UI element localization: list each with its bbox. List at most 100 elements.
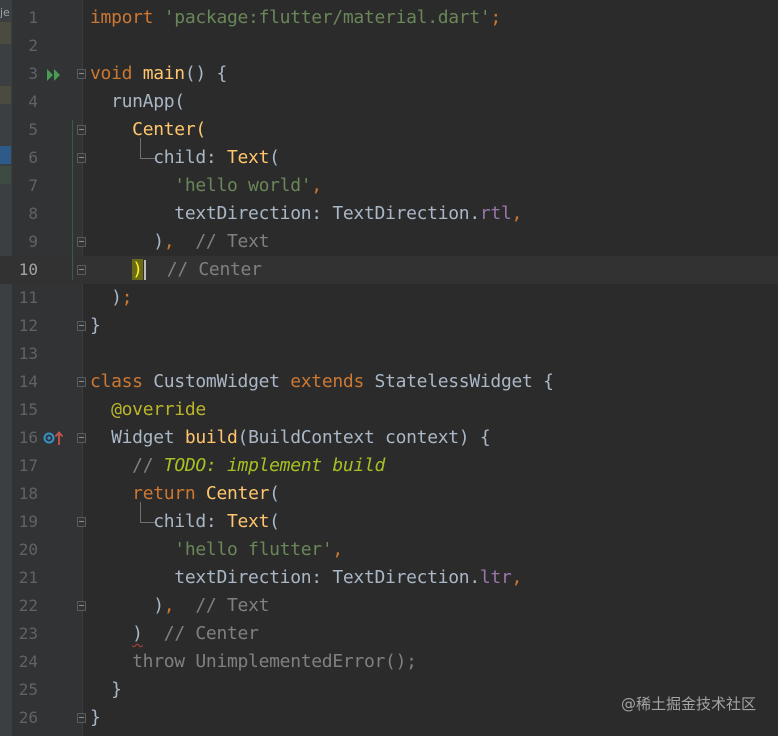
- code-line[interactable]: 22 ), // Text: [0, 592, 778, 620]
- line-number[interactable]: 6: [12, 144, 38, 172]
- fold-marker-icon[interactable]: [77, 125, 86, 135]
- line-number[interactable]: 12: [12, 312, 38, 340]
- code-text[interactable]: ) // Center: [90, 620, 259, 648]
- line-number[interactable]: 21: [12, 564, 38, 592]
- line-number[interactable]: 2: [12, 32, 38, 60]
- line-number[interactable]: 10: [12, 256, 38, 284]
- line-number[interactable]: 8: [12, 200, 38, 228]
- code-line[interactable]: 14 class CustomWidget extends StatelessWi…: [0, 368, 778, 396]
- line-number[interactable]: 19: [12, 508, 38, 536]
- code-text[interactable]: child: Text(: [90, 508, 280, 536]
- fold-marker-icon[interactable]: [77, 69, 86, 79]
- line-number[interactable]: 3: [12, 60, 38, 88]
- code-line[interactable]: 18 return Center(: [0, 480, 778, 508]
- code-line[interactable]: 21 textDirection: TextDirection.ltr,: [0, 564, 778, 592]
- line-number[interactable]: 4: [12, 88, 38, 116]
- fold-marker-icon[interactable]: [77, 153, 86, 163]
- code-line[interactable]: 9 ), // Text: [0, 228, 778, 256]
- line-number[interactable]: 16: [12, 424, 38, 452]
- code-text[interactable]: }: [90, 312, 101, 340]
- code-line[interactable]: 24 throw UnimplementedError();: [0, 648, 778, 676]
- code-line[interactable]: 20 'hello flutter',: [0, 536, 778, 564]
- code-text[interactable]: textDirection: TextDirection.rtl,: [90, 200, 522, 228]
- code-line[interactable]: 19 child: Text(: [0, 508, 778, 536]
- code-text[interactable]: child: Text(: [90, 144, 280, 172]
- code-text[interactable]: Widget build(BuildContext context) {: [90, 424, 491, 452]
- code-text[interactable]: throw UnimplementedError();: [90, 648, 417, 676]
- code-token: // Text: [174, 595, 270, 616]
- code-text[interactable]: );: [90, 284, 132, 312]
- fold-marker-icon[interactable]: [77, 517, 86, 527]
- code-line[interactable]: 5 Center(: [0, 116, 778, 144]
- code-text[interactable]: 'hello world',: [90, 172, 322, 200]
- code-text[interactable]: }: [90, 676, 122, 704]
- line-number[interactable]: 11: [12, 284, 38, 312]
- fold-marker-icon[interactable]: [77, 601, 86, 611]
- code-token: ): [90, 231, 164, 252]
- code-text[interactable]: 'hello flutter',: [90, 536, 343, 564]
- line-number[interactable]: 14: [12, 368, 38, 396]
- code-text[interactable]: return Center(: [90, 480, 280, 508]
- code-text[interactable]: @override: [90, 396, 206, 424]
- code-line[interactable]: 16 Widget build(BuildContext context) {: [0, 424, 778, 452]
- fold-marker-icon[interactable]: [77, 265, 86, 275]
- line-number[interactable]: 15: [12, 396, 38, 424]
- fold-marker-icon[interactable]: [77, 321, 86, 331]
- override-gutter-icon[interactable]: [43, 430, 65, 446]
- line-number[interactable]: 7: [12, 172, 38, 200]
- code-token: child:: [90, 511, 227, 532]
- line-number[interactable]: 18: [12, 480, 38, 508]
- code-line[interactable]: 2: [0, 32, 778, 60]
- line-number[interactable]: 24: [12, 648, 38, 676]
- code-line[interactable]: 4 runApp(: [0, 88, 778, 116]
- line-number[interactable]: 1: [12, 4, 38, 32]
- fold-marker-icon[interactable]: [77, 377, 86, 387]
- code-line[interactable]: 7 'hello world',: [0, 172, 778, 200]
- code-token: ): [132, 623, 143, 644]
- code-text[interactable]: ), // Text: [90, 592, 269, 620]
- code-line[interactable]: 15 @override: [0, 396, 778, 424]
- code-editor[interactable]: je 1 import 'package:flutter/material.dar…: [0, 0, 778, 736]
- code-text[interactable]: class CustomWidget extends StatelessWidg…: [90, 368, 554, 396]
- line-number[interactable]: 5: [12, 116, 38, 144]
- code-text[interactable]: textDirection: TextDirection.ltr,: [90, 564, 522, 592]
- code-text[interactable]: }: [90, 704, 101, 732]
- code-line[interactable]: 11 );: [0, 284, 778, 312]
- code-text[interactable]: ) // Center: [90, 256, 262, 284]
- code-text[interactable]: import 'package:flutter/material.dart';: [90, 4, 501, 32]
- line-number[interactable]: 22: [12, 592, 38, 620]
- code-token: Center: [205, 483, 270, 504]
- fold-marker-icon[interactable]: [77, 237, 86, 247]
- code-text[interactable]: runApp(: [90, 88, 185, 116]
- code-line[interactable]: 10 ) // Center: [0, 256, 778, 284]
- code-line[interactable]: 17 // TODO: implement build: [0, 452, 778, 480]
- line-number[interactable]: 17: [12, 452, 38, 480]
- code-token: ): [90, 287, 122, 308]
- line-number[interactable]: 13: [12, 340, 38, 368]
- fold-marker-icon[interactable]: [77, 713, 86, 723]
- code-text[interactable]: void main() {: [90, 60, 227, 88]
- code-line[interactable]: 1 import 'package:flutter/material.dart';: [0, 4, 778, 32]
- line-number[interactable]: 20: [12, 536, 38, 564]
- fold-marker-icon[interactable]: [77, 433, 86, 443]
- run-gutter-icon[interactable]: [46, 68, 62, 82]
- code-token: () {: [184, 63, 227, 84]
- code-text[interactable]: ), // Text: [90, 228, 269, 256]
- line-number[interactable]: 9: [12, 228, 38, 256]
- code-token: throw UnimplementedError();: [90, 651, 417, 672]
- code-line[interactable]: 13: [0, 340, 778, 368]
- code-token: }: [90, 315, 101, 336]
- line-number[interactable]: 26: [12, 704, 38, 732]
- code-line[interactable]: 8 textDirection: TextDirection.rtl,: [0, 200, 778, 228]
- code-line[interactable]: 12}: [0, 312, 778, 340]
- code-text[interactable]: // TODO: implement build: [90, 452, 385, 480]
- code-line[interactable]: 6 child: Text(: [0, 144, 778, 172]
- code-token: @override: [111, 399, 206, 420]
- code-line[interactable]: 23 ) // Center: [0, 620, 778, 648]
- line-number[interactable]: 23: [12, 620, 38, 648]
- code-line[interactable]: 3 void main() {: [0, 60, 778, 88]
- line-number[interactable]: 25: [12, 676, 38, 704]
